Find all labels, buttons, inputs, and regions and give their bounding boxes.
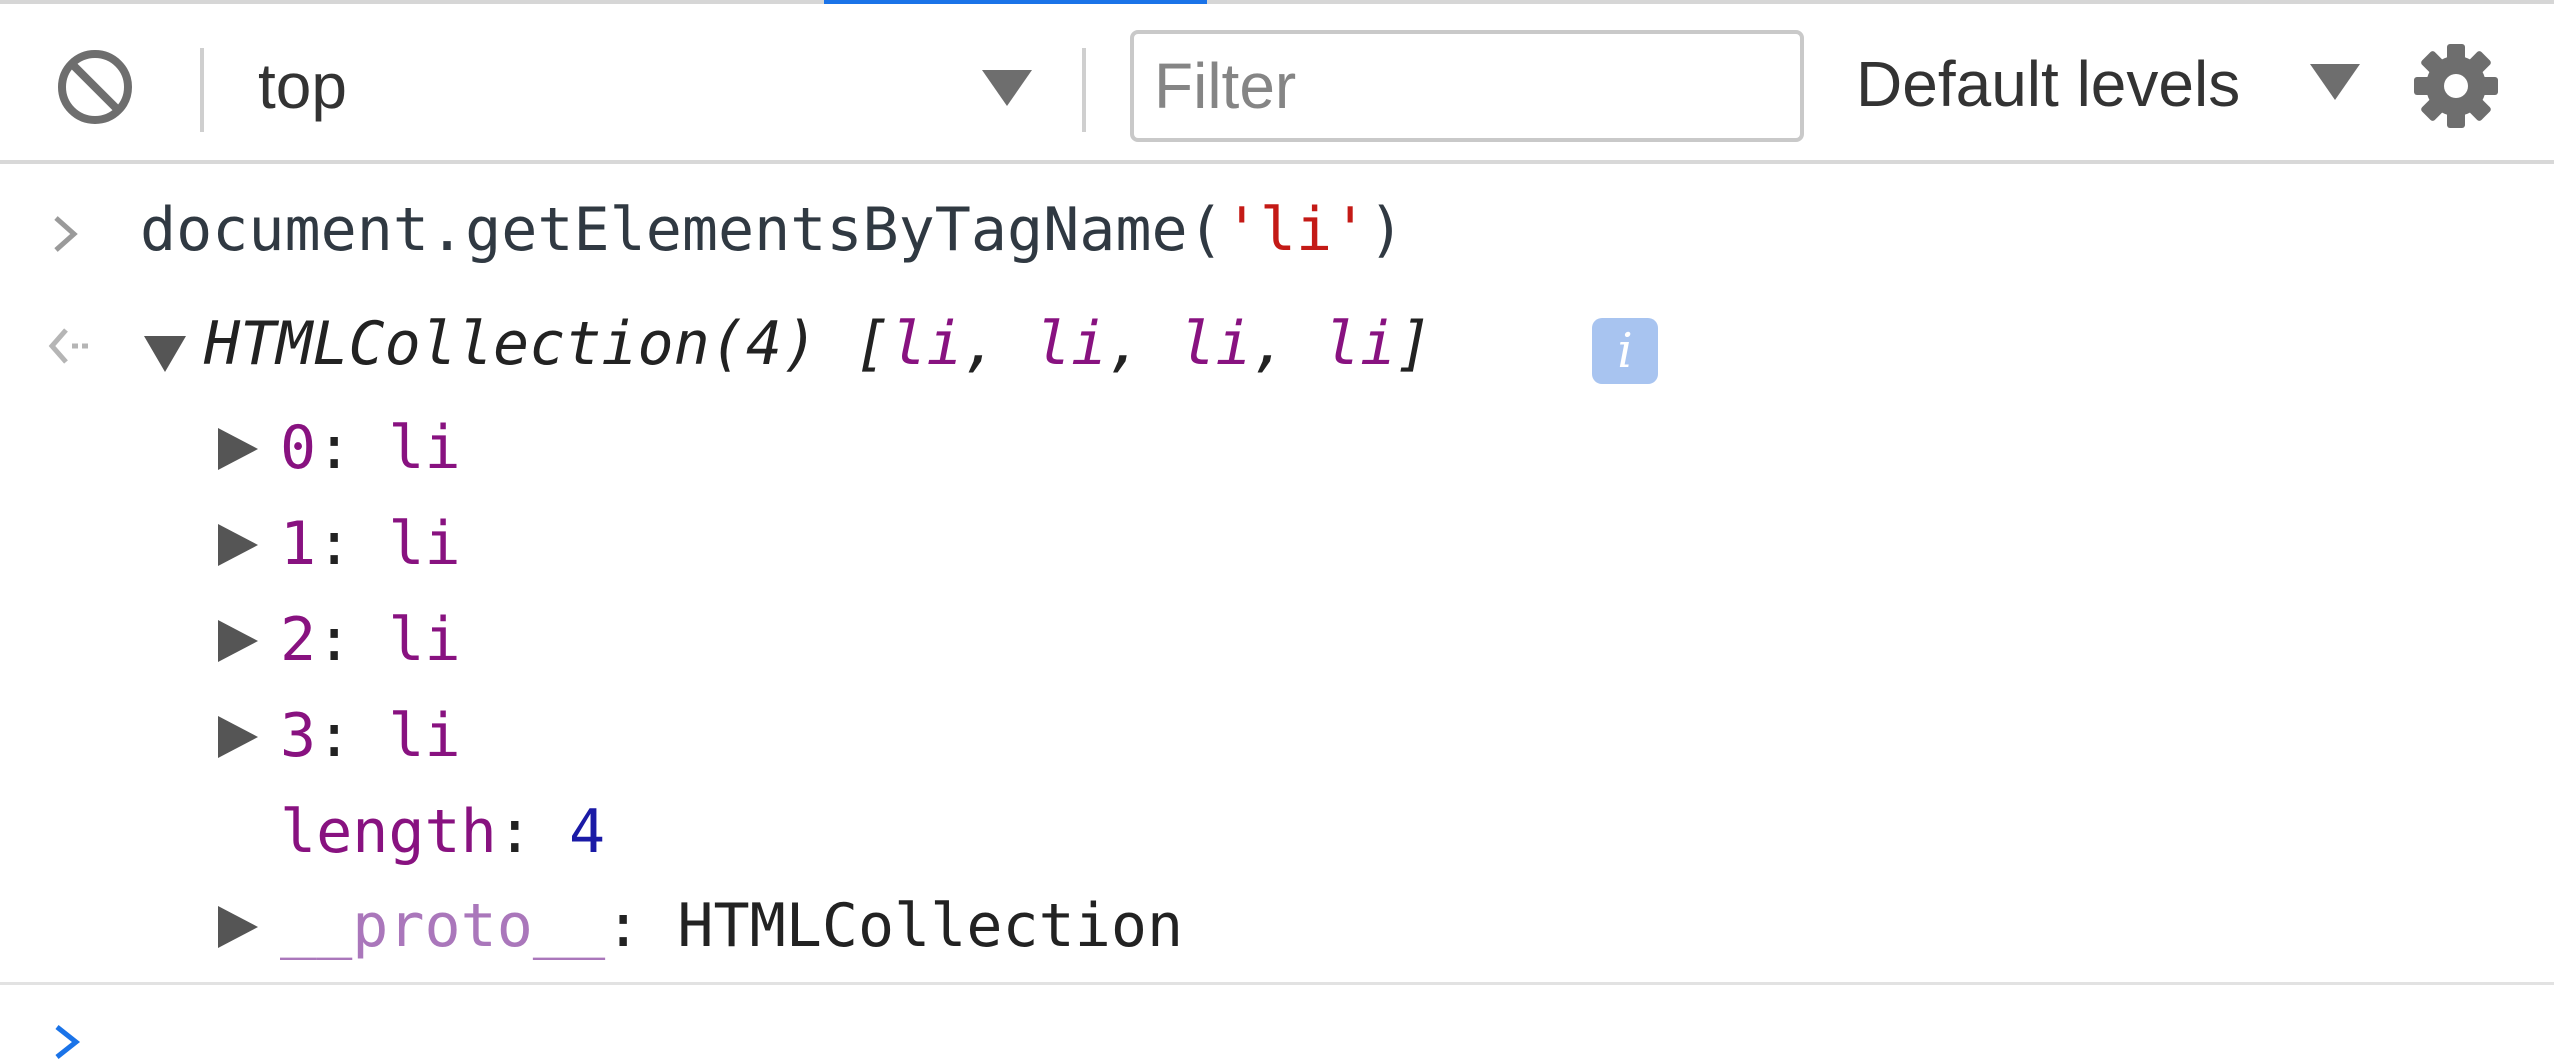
console-messages: document.getElementsByTagName('li') HTML… <box>0 164 2554 1060</box>
proto-value: HTMLCollection <box>677 891 1184 961</box>
entry-value: li <box>388 509 461 579</box>
result-separator: , <box>1251 309 1324 379</box>
gear-icon[interactable] <box>2412 42 2500 130</box>
collection-entry[interactable]: 2: li <box>280 600 461 680</box>
proto-colon: : <box>605 891 678 961</box>
triangle-down-icon <box>2310 64 2360 100</box>
clear-console-icon[interactable] <box>54 46 136 128</box>
triangle-down-icon <box>982 70 1032 106</box>
result-bracket-open: [ <box>818 309 891 379</box>
entry-key: 0 <box>280 413 317 483</box>
result-separator: , <box>1107 309 1180 379</box>
log-levels-dropdown[interactable]: Default levels <box>1846 34 2366 134</box>
length-value: 4 <box>569 797 606 867</box>
entry-key: 3 <box>280 701 317 771</box>
collection-entry[interactable]: 3: li <box>280 696 461 776</box>
toolbar-separator <box>1082 48 1086 132</box>
collapse-triangle-icon[interactable] <box>142 334 188 374</box>
triangle-right-icon[interactable] <box>216 522 260 568</box>
command-string-arg: 'li' <box>1223 195 1369 265</box>
entry-key: 1 <box>280 509 317 579</box>
entry-colon: : <box>316 701 389 771</box>
result-separator: , <box>962 309 1035 379</box>
triangle-right-icon[interactable] <box>216 904 260 950</box>
result-bracket-close: ] <box>1396 309 1433 379</box>
result-type: HTMLCollection(4) <box>204 309 819 379</box>
proto-key: __proto__ <box>280 891 606 961</box>
entry-colon: : <box>316 605 389 675</box>
command-code: document.getElementsByTagName( <box>140 195 1224 265</box>
log-levels-label: Default levels <box>1856 48 2241 120</box>
collection-entry[interactable]: 1: li <box>280 504 461 584</box>
info-icon[interactable]: i <box>1592 318 1658 384</box>
command-code-end: ) <box>1368 195 1405 265</box>
console-command[interactable]: document.getElementsByTagName('li') <box>140 190 1404 270</box>
triangle-right-icon[interactable] <box>216 618 260 664</box>
length-colon: : <box>496 797 569 867</box>
proto-property[interactable]: __proto__: HTMLCollection <box>280 886 1183 966</box>
result-arrow-icon <box>48 328 88 364</box>
length-property: length: 4 <box>280 792 605 872</box>
entry-colon: : <box>316 509 389 579</box>
entry-value: li <box>388 605 461 675</box>
result-item: li <box>1323 309 1397 379</box>
collection-entry[interactable]: 0: li <box>280 408 461 488</box>
triangle-right-icon[interactable] <box>216 714 260 760</box>
entry-value: li <box>388 413 461 483</box>
result-item: li <box>1034 309 1108 379</box>
chevron-right-icon[interactable] <box>52 1022 82 1060</box>
triangle-right-icon[interactable] <box>216 426 260 472</box>
result-summary[interactable]: HTMLCollection(4) [li, li, li, li] <box>204 304 1432 384</box>
length-key: length <box>280 797 497 867</box>
toolbar-separator <box>200 48 204 132</box>
entry-key: 2 <box>280 605 317 675</box>
context-selector[interactable]: top <box>220 40 1060 136</box>
entry-value: li <box>388 701 461 771</box>
entry-colon: : <box>316 413 389 483</box>
filter-input[interactable] <box>1154 46 1774 126</box>
result-item: li <box>890 309 963 379</box>
context-label: top <box>258 50 347 122</box>
console-input-divider <box>0 982 2554 985</box>
filter-box <box>1130 30 1804 142</box>
result-item: li <box>1179 309 1252 379</box>
console-toolbar: top Default levels <box>0 4 2554 160</box>
chevron-right-icon <box>54 216 78 252</box>
